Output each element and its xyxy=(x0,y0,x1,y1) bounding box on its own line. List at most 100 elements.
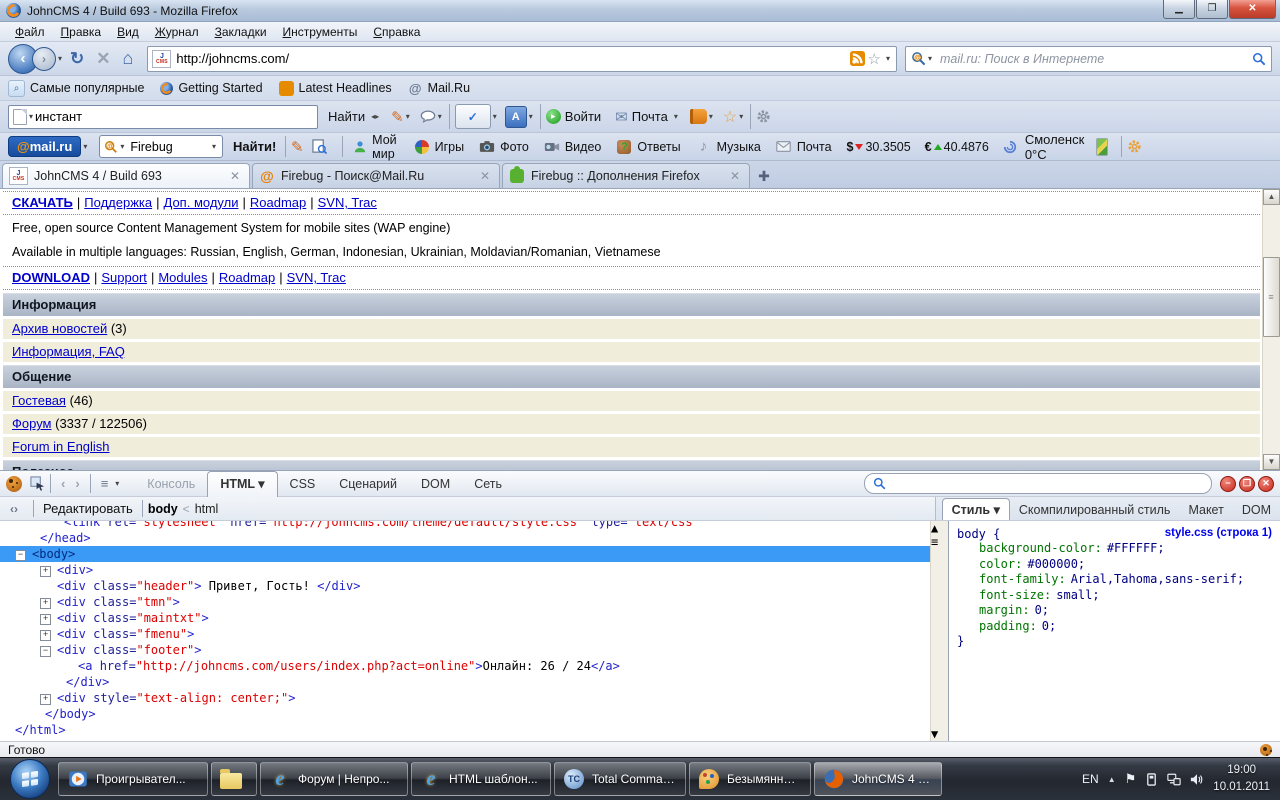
spellcheck-button[interactable]: ✓ xyxy=(455,104,491,129)
css-property[interactable]: font-family:Arial,Tahoma,sans-serif; xyxy=(957,572,1272,588)
mailru-search-combo[interactable]: @ ▾ Firebug ▾ xyxy=(99,135,223,158)
css-property-value[interactable]: Arial,Tahoma,sans-serif; xyxy=(1071,572,1244,586)
page-link[interactable]: Поддержка xyxy=(84,195,152,210)
input-dropdown-icon[interactable]: ▾ xyxy=(29,112,33,121)
browser-tab-2[interactable]: @Firebug - Поиск@Mail.Ru✕ xyxy=(252,163,500,188)
menu-item-7[interactable]: Справка xyxy=(366,23,427,41)
search-input[interactable]: mail.ru: Поиск в Интернете xyxy=(940,52,1252,66)
taskbar-button-ie-3[interactable]: eФорум | Непро... xyxy=(260,762,408,796)
tree-node[interactable]: +<div class="maintxt"> xyxy=(0,610,948,626)
mailru-service-video[interactable]: Видео xyxy=(544,139,602,155)
tree-node[interactable]: <div class="header"> Привет, Гость! </di… xyxy=(0,578,948,594)
mailru-search-value[interactable]: Firebug xyxy=(130,140,210,154)
search-box[interactable]: @ ▾ mail.ru: Поиск в Интернете xyxy=(905,46,1272,72)
tree-scroll-up-button[interactable]: ▲ xyxy=(931,521,948,535)
page-link[interactable]: СКАЧАТЬ xyxy=(12,195,73,210)
favorites-star-icon[interactable]: ☆ xyxy=(723,107,737,127)
css-property[interactable]: background-color:#FFFFFF; xyxy=(957,541,1272,557)
removable-device-icon[interactable] xyxy=(1145,773,1158,786)
bookmark-item[interactable]: ⌕Самые популярные xyxy=(8,80,144,97)
favorites-dropdown-icon[interactable]: ▾ xyxy=(739,112,743,121)
toolbar-search-input[interactable]: ▾ инстант xyxy=(8,105,318,129)
minimize-button[interactable]: ▁ xyxy=(1163,0,1195,19)
page-link[interactable]: Roadmap xyxy=(250,195,306,210)
bookmark-star-icon[interactable]: ☆ xyxy=(868,50,881,68)
stop-button[interactable]: ✕ xyxy=(96,49,110,69)
firebug-tab-консоль[interactable]: Консоль xyxy=(135,474,207,494)
mailru-logo-button[interactable]: @mail.ru xyxy=(8,136,81,157)
page-link[interactable]: Доп. модули xyxy=(164,195,239,210)
tree-node[interactable]: </html> xyxy=(0,722,948,738)
expand-icon[interactable]: + xyxy=(40,598,51,609)
tree-node[interactable]: </div> xyxy=(0,674,948,690)
volume-icon[interactable] xyxy=(1190,773,1204,786)
section-link[interactable]: Гостевая xyxy=(12,393,66,408)
mailru-service-globe[interactable]: Игры xyxy=(414,139,464,155)
pen-icon[interactable]: ✎ xyxy=(391,108,404,126)
mailru-search-type-dropdown-icon[interactable]: ▾ xyxy=(120,142,124,151)
mail-dropdown-icon[interactable]: ▾ xyxy=(674,112,678,121)
css-property-value[interactable]: 0; xyxy=(1042,619,1056,633)
css-source-link[interactable]: style.css (строка 1) xyxy=(1165,527,1272,541)
css-property[interactable]: margin:0; xyxy=(957,603,1272,619)
taskbar-button-ie-4[interactable]: eHTML шаблон... xyxy=(411,762,551,796)
css-selector[interactable]: body { xyxy=(957,527,1000,541)
tree-node[interactable]: <a href="http://johncms.com/users/index.… xyxy=(0,658,948,674)
url-bar[interactable]: JCMS http://johncms.com/ ☆ ▾ xyxy=(147,46,897,72)
fb-forward-icon[interactable]: › xyxy=(75,476,79,491)
section-link[interactable]: Forum in English xyxy=(12,439,110,454)
page-link[interactable]: DOWNLOAD xyxy=(12,270,90,285)
side-tab-2[interactable]: Скомпилированный стиль xyxy=(1010,500,1180,520)
forward-button[interactable]: › xyxy=(32,47,56,71)
url-input[interactable]: http://johncms.com/ xyxy=(176,51,849,66)
translate-button[interactable]: А xyxy=(505,106,527,128)
section-link[interactable]: Архив новостей xyxy=(12,321,107,336)
toolbar-search-value[interactable]: инстант xyxy=(35,109,82,124)
css-property-value[interactable]: 0; xyxy=(1035,603,1049,617)
tree-node[interactable]: +<div style="text-align: center;"> xyxy=(0,690,948,706)
menu-item-1[interactable]: Файл xyxy=(8,23,52,41)
menu-item-2[interactable]: Правка xyxy=(54,23,109,41)
taskbar-button-tc-5[interactable]: TCTotal Comman... xyxy=(554,762,686,796)
taskbar-button-folder[interactable] xyxy=(211,762,257,796)
taskbar-button-wmp-1[interactable]: Проигрывател... xyxy=(58,762,208,796)
scroll-up-button[interactable]: ▲ xyxy=(1263,189,1280,205)
history-dropdown-icon[interactable]: ▾ xyxy=(58,54,62,63)
start-button[interactable] xyxy=(10,759,50,799)
mailru-service-music[interactable]: ♪Музыка xyxy=(696,139,761,155)
page-scrollbar[interactable]: ▲ ≡ ▼ xyxy=(1262,189,1280,470)
mail-label[interactable]: Почта xyxy=(632,109,668,124)
bubble-dropdown-icon[interactable]: ▾ xyxy=(438,112,442,121)
expand-icon[interactable]: + xyxy=(40,694,51,705)
firebug-tab-html[interactable]: HTML ▾ xyxy=(207,471,277,497)
css-property-value[interactable]: #FFFFFF; xyxy=(1107,541,1165,555)
side-tab-1[interactable]: Стиль ▾ xyxy=(942,498,1010,520)
collapse-icon[interactable]: − xyxy=(15,550,26,561)
weather-label[interactable]: Смоленск 0°C xyxy=(1025,132,1084,162)
firebug-tab-css[interactable]: CSS xyxy=(278,474,328,494)
mail-icon[interactable]: ✉ xyxy=(615,108,628,126)
mailru-service-answers[interactable]: ?Ответы xyxy=(616,139,680,155)
tree-scroll-down-button[interactable]: ▼ xyxy=(931,727,948,741)
css-property-name[interactable]: font-size: xyxy=(979,588,1051,602)
new-tab-button[interactable]: ✚ xyxy=(752,165,776,187)
login-label[interactable]: Войти xyxy=(565,109,601,124)
fb-detach-button[interactable]: ❐ xyxy=(1239,476,1255,492)
reload-button[interactable]: ↻ xyxy=(70,49,84,69)
close-button[interactable]: ✕ xyxy=(1229,0,1276,19)
code-brackets-icon[interactable]: ‹› xyxy=(10,502,18,516)
mailru-pen-icon[interactable]: ✎ xyxy=(291,138,304,156)
spellcheck-dropdown-icon[interactable]: ▾ xyxy=(493,112,497,121)
page-link[interactable]: SVN, Trac xyxy=(318,195,377,210)
tab-close-icon[interactable]: ✕ xyxy=(727,169,743,183)
urlbar-dropdown-icon[interactable]: ▾ xyxy=(886,54,890,63)
addressbook-icon[interactable] xyxy=(690,109,707,124)
css-property[interactable]: font-size:small; xyxy=(957,588,1272,604)
side-tab-4[interactable]: DOM xyxy=(1233,500,1280,520)
fb-back-icon[interactable]: ‹ xyxy=(61,476,65,491)
side-tab-3[interactable]: Макет xyxy=(1179,500,1232,520)
tree-node[interactable]: </body> xyxy=(0,706,948,722)
pen-dropdown-icon[interactable]: ▾ xyxy=(406,112,410,121)
page-link[interactable]: Support xyxy=(101,270,147,285)
bookmark-item[interactable]: @Mail.Ru xyxy=(408,81,470,96)
